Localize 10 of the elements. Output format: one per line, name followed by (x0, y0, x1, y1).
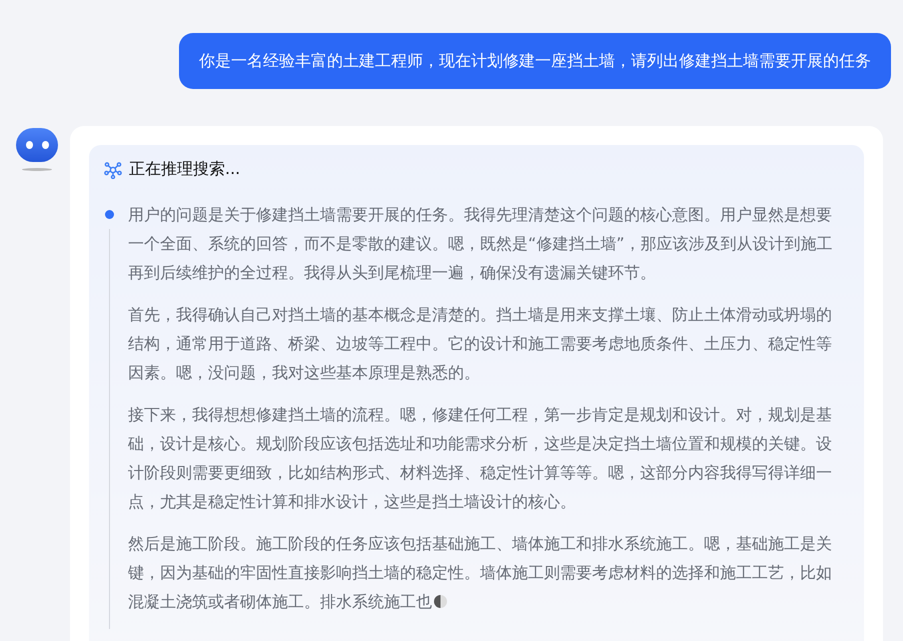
reasoning-paragraph: 首先，我得确认自己对挡土墙的基本概念是清楚的。挡土墙是用来支撑土壤、防止土体滑动或坍塌的结构，通常用于道路、桥梁、边坡等工程中。它的设计和施工需要考虑地质条件、土压力、稳定性等因素。嗯，没问题，我对这些基本原理是熟悉的。 (128, 304, 833, 384)
user-message: 你是一名经验丰富的土建工程师，现在计划修建一座挡土墙，请列出修建挡土墙需要开展的任务 (179, 33, 891, 89)
reasoning-paragraph: 用户的问题是关于修建挡土墙需要开展的任务。我得先理清楚这个问题的核心意图。用户显然是想要一个全面、系统的回答，而不是零散的建议。嗯，既然是“修建挡土墙”，那应该涉及到从设计到施工再到后续维护的全过程。我得从头到尾梳理一遍，确保没有遗漏关键环节。 (128, 204, 834, 284)
status-text: 正在推理搜索... (129, 159, 240, 180)
loading-icon (434, 595, 447, 608)
step-dot-icon (104, 210, 114, 219)
network-icon (104, 160, 122, 178)
bot-avatar-icon (16, 128, 58, 172)
reasoning-paragraph: 接下来，我得想想修建挡土墙的流程。嗯，修建任何工程，第一步肯定是规划和设计。对，规划是基础，设计是核心。规划阶段应该包括选址和功能需求分析，这些是决定挡土墙位置和规模的关键。设计阶段则需要更细致，比如结构形式、材料选择、稳定性计算等等。嗯，这部分内容我得写得详细一点，尤其是稳定性计算和排水设计，这些是挡土墙设计的核心。 (128, 404, 833, 513)
reasoning-paragraph: 然后是施工阶段。施工阶段的任务应该包括基础施工、墙体施工和排水系统施工。嗯，基础施工是关键，因为基础的牢固性直接影响挡土墙的稳定性。墙体施工则需要考虑材料的选择和施工工艺，比如混凝土浇筑或者砌体施工。排水系统施工也 (128, 533, 833, 613)
